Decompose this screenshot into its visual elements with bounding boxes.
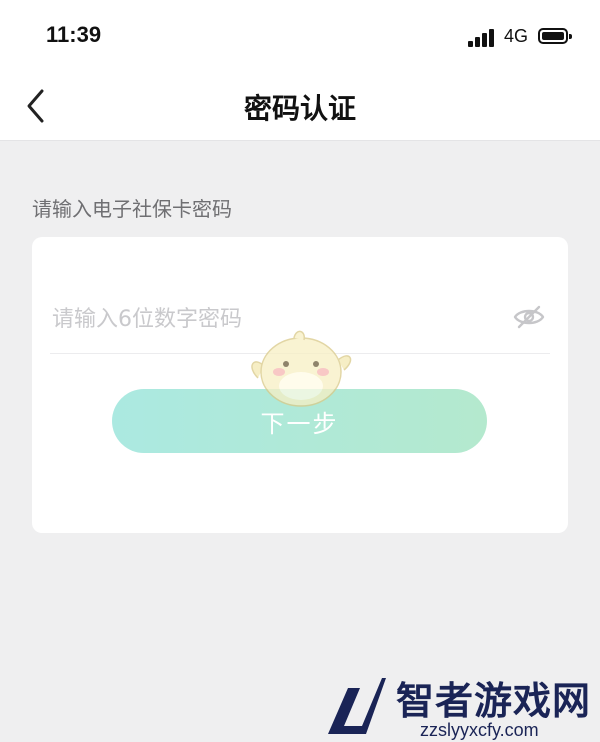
eye-slash-icon bbox=[513, 305, 545, 329]
battery-icon bbox=[538, 28, 572, 44]
status-time: 11:39 bbox=[46, 22, 102, 47]
signal-strength-icon bbox=[468, 29, 498, 47]
toggle-visibility-button[interactable] bbox=[512, 302, 546, 332]
network-type: 4G bbox=[504, 26, 529, 46]
watermark-name: 智者游戏网 bbox=[396, 679, 592, 723]
top-bar: 11:39 4G 密码认证 bbox=[0, 0, 600, 141]
watermark-url: zzslyyxcfy.com bbox=[420, 720, 539, 740]
watermark: 智者游戏网 zzslyyxcfy.com bbox=[322, 670, 600, 742]
mascot-watermark-icon bbox=[251, 330, 352, 407]
watermark-logo-icon bbox=[328, 678, 386, 734]
page-title: 密码认证 bbox=[243, 92, 356, 125]
section-label: 请输入电子社保卡密码 bbox=[32, 197, 232, 221]
